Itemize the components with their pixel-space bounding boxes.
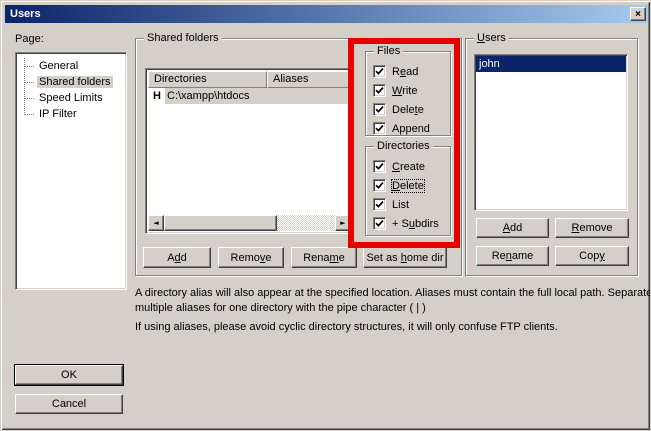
table-row[interactable]: H C:\xampp\htdocs [148,88,351,104]
checkbox-create[interactable]: Create [373,157,446,176]
set-as-home-dir-button[interactable]: Set as home dir [363,247,447,268]
help-text: A directory alias will also appear at th… [135,286,651,335]
checkbox-list[interactable]: List [373,195,446,214]
close-icon: × [635,9,641,20]
sidebar-item-speed-limits[interactable]: Speed Limits [16,90,126,106]
add-directory-button[interactable]: Add [143,247,211,268]
checkbox-subdirs[interactable]: + Subdirs [373,214,446,233]
check-icon [375,219,384,228]
sidebar-item-general[interactable]: General [16,58,126,74]
directory-path: C:\xampp\htdocs [165,88,351,104]
shared-folders-group-label: Shared folders [144,32,222,44]
remove-directory-button[interactable]: Remove [218,247,284,268]
close-button[interactable]: × [630,7,646,21]
checkbox-box [373,179,386,192]
directories-list-header: Directories Aliases [148,71,351,88]
cancel-button[interactable]: Cancel [15,394,123,414]
scrollbar-thumb[interactable] [164,215,277,231]
check-icon [375,200,384,209]
checkbox-write[interactable]: Write [373,81,446,100]
column-header-aliases[interactable]: Aliases [267,71,351,88]
sidebar-item-shared-folders[interactable]: Shared folders [16,74,126,90]
check-icon [375,124,384,133]
list-item-user[interactable]: john [476,56,626,72]
checkbox-box [373,160,386,173]
home-flag: H [148,88,165,104]
page-tree: General Shared folders Speed Limits IP F… [15,52,127,290]
tree-branch-icon [24,114,34,115]
tree-branch-icon [24,66,34,67]
horizontal-scrollbar[interactable]: ◄ ► [148,215,351,231]
checkbox-box [373,122,386,135]
scroll-right-button[interactable]: ► [335,215,351,231]
sidebar-item-label: General [37,60,80,72]
sidebar-item-ip-filter[interactable]: IP Filter [16,106,126,122]
files-permissions-group: Files Read Write Delete Append [365,51,451,136]
directories-list: Directories Aliases H C:\xampp\htdocs ◄ … [145,68,354,234]
sidebar-item-label: Shared folders [37,76,113,88]
check-icon [375,162,384,171]
copy-user-button[interactable]: Copy [555,246,629,266]
checkbox-read[interactable]: Read [373,62,446,81]
checkbox-box [373,65,386,78]
title-bar[interactable]: Users [5,5,648,23]
users-dialog: Users × Page: General Shared folders Spe… [0,0,651,431]
rename-user-button[interactable]: Rename [476,246,549,266]
check-icon [375,105,384,114]
add-user-button[interactable]: Add [476,218,549,238]
check-icon [375,67,384,76]
left-arrow-icon: ◄ [153,220,158,227]
checkbox-delete-file[interactable]: Delete [373,100,446,119]
sidebar-item-label: IP Filter [37,108,79,120]
column-header-directories[interactable]: Directories [148,71,267,88]
right-arrow-icon: ► [340,220,345,227]
rename-directory-button[interactable]: Rename [291,247,357,268]
ok-button[interactable]: OK [15,365,123,385]
check-icon [375,181,384,190]
alias-help-paragraph: A directory alias will also appear at th… [135,286,651,316]
sidebar-item-label: Speed Limits [37,92,105,104]
page-label: Page: [15,33,44,45]
window-title: Users [10,8,41,20]
scroll-left-button[interactable]: ◄ [148,215,164,231]
checkbox-box [373,103,386,116]
checkbox-append[interactable]: Append [373,119,446,138]
cyclic-help-paragraph: If using aliases, please avoid cyclic di… [135,320,651,335]
users-group-label: Users [474,32,509,44]
checkbox-box [373,84,386,97]
check-icon [375,86,384,95]
checkbox-box [373,198,386,211]
checkbox-box [373,217,386,230]
directories-group-label: Directories [374,140,433,152]
users-list: john [474,54,628,211]
files-group-label: Files [374,45,403,57]
tree-branch-icon [24,98,34,99]
directories-permissions-group: Directories Create Delete List + Subdirs [365,146,451,236]
remove-user-button[interactable]: Remove [555,218,629,238]
scrollbar-track[interactable] [277,215,335,231]
tree-branch-icon [24,82,34,83]
user-name: john [479,58,500,70]
checkbox-delete-dir[interactable]: Delete [373,176,446,195]
